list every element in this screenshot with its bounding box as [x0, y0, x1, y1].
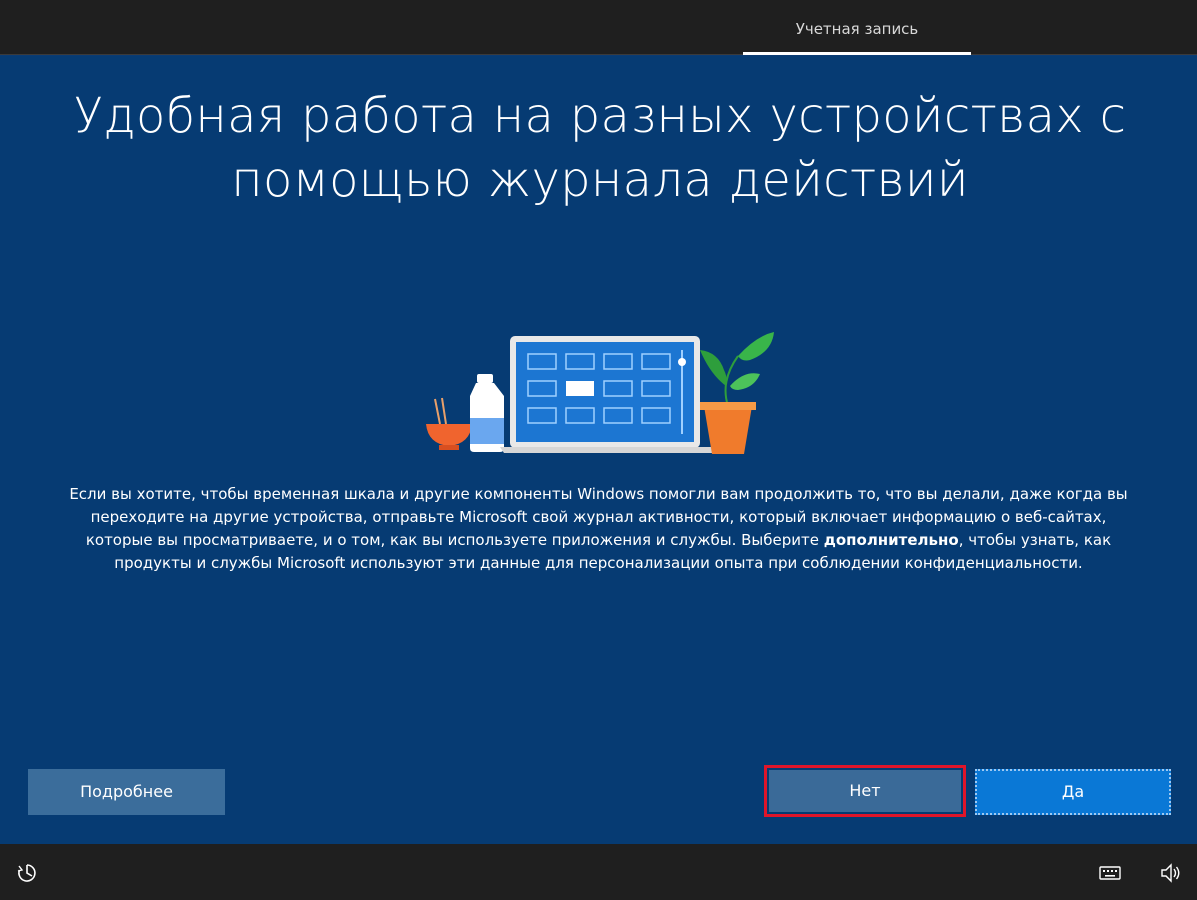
ease-of-access-icon[interactable] — [16, 862, 38, 884]
bowl-icon — [426, 397, 472, 450]
page-title-line-2: помощью журнала действий — [231, 152, 969, 208]
tab-active-indicator — [743, 52, 971, 55]
laptop-icon — [500, 336, 720, 453]
bottle-icon — [470, 374, 504, 452]
volume-icon[interactable] — [1160, 863, 1182, 883]
bottom-bar — [0, 844, 1197, 900]
activity-history-illustration — [426, 332, 774, 454]
description-bold-more: дополнительно — [823, 531, 959, 549]
top-bar: Учетная запись — [0, 0, 1197, 55]
main-panel: Удобная работа на разных устройствах с п… — [0, 56, 1197, 844]
tab-account-label: Учетная запись — [795, 20, 919, 38]
page-title-line-1: Удобная работа на разных устройствах с — [73, 88, 1127, 144]
learn-more-button[interactable]: Подробнее — [28, 769, 225, 815]
keyboard-icon[interactable] — [1099, 865, 1121, 881]
tab-account[interactable]: Учетная запись — [743, 0, 971, 55]
page-title: Удобная работа на разных устройствах с п… — [60, 84, 1140, 212]
plant-icon — [700, 332, 774, 454]
yes-button[interactable]: Да — [975, 769, 1171, 815]
no-button[interactable]: Нет — [769, 770, 961, 812]
description-text: Если вы хотите, чтобы временная шкала и … — [55, 483, 1142, 575]
